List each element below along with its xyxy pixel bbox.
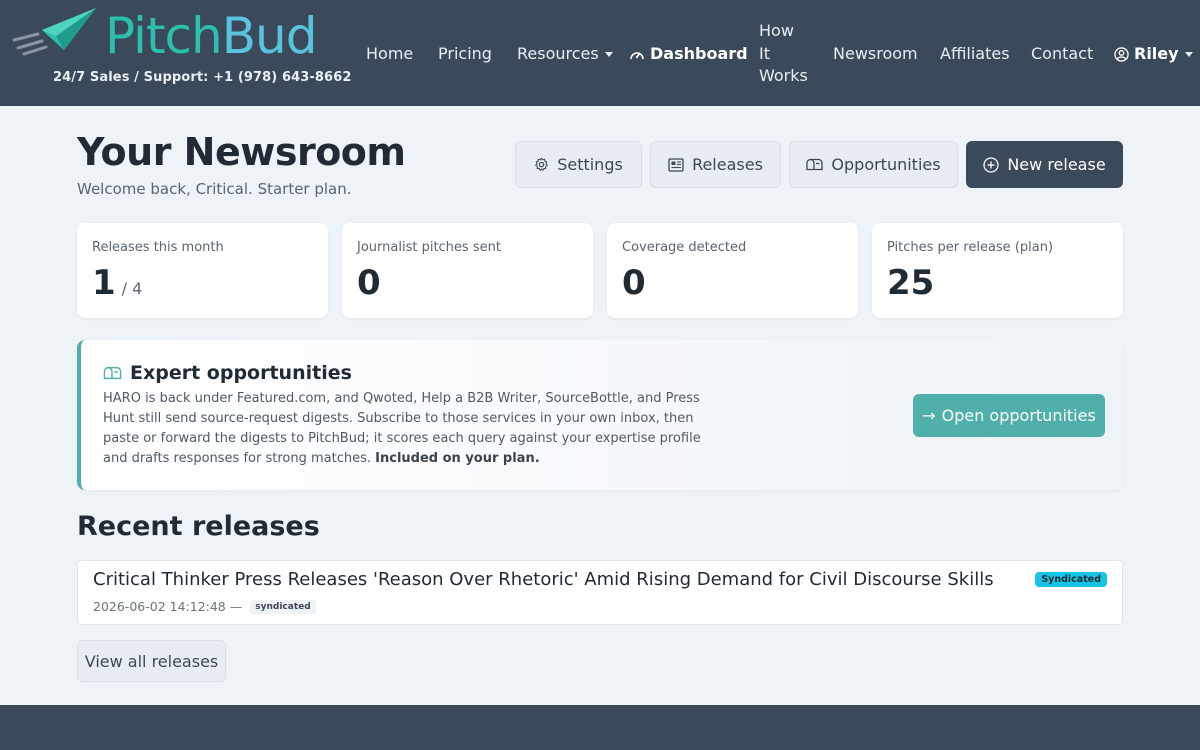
callout-title-text: Expert opportunities: [130, 362, 352, 384]
stat-card-plan-pitches: Pitches per release (plan) 25: [872, 223, 1123, 318]
stat-value: 25: [887, 263, 935, 303]
view-all-releases-button[interactable]: View all releases: [77, 640, 226, 682]
nav-pricing[interactable]: Pricing: [438, 43, 492, 65]
brand-name-part2: Bud: [221, 7, 318, 65]
nav-how-label-2: It: [759, 43, 770, 63]
stat-value-suffix: / 4: [121, 279, 143, 298]
new-release-button[interactable]: New release: [966, 141, 1123, 188]
newspaper-icon: [668, 157, 684, 172]
nav-resources-dropdown[interactable]: Resources: [517, 43, 613, 65]
nav-dashboard-label: Dashboard: [650, 44, 748, 63]
release-separator: —: [229, 599, 243, 614]
release-meta: 2026-06-02 14:12:48 — syndicated: [93, 599, 316, 614]
nav-dashboard[interactable]: Dashboard: [629, 43, 748, 65]
gear-icon: [535, 157, 549, 171]
brand-name: PitchBud: [105, 6, 318, 66]
release-title: Critical Thinker Press Releases 'Reason …: [93, 569, 994, 590]
stat-label: Journalist pitches sent: [357, 240, 501, 255]
support-phone: 24/7 Sales / Support: +1 (978) 643-8662: [53, 70, 352, 85]
release-status-tag: syndicated: [250, 599, 316, 614]
nav-home[interactable]: Home: [366, 43, 413, 65]
stat-value: 0: [622, 263, 646, 303]
caret-down-icon: [1184, 51, 1193, 57]
stat-card-releases: Releases this month 1 / 4: [77, 223, 328, 318]
nav-home-label: Home: [366, 44, 414, 63]
paper-plane-icon: [12, 8, 96, 56]
open-opportunities-label: Open opportunities: [941, 406, 1096, 425]
caret-down-icon: [604, 51, 613, 57]
nav-affiliates[interactable]: Affiliates: [940, 43, 1010, 65]
expert-opportunities-callout: Expert opportunities HARO is back under …: [77, 340, 1123, 490]
release-timestamp: 2026-06-02 14:12:48: [93, 599, 226, 614]
mailbox-icon: [103, 366, 122, 380]
settings-button-label: Settings: [557, 155, 623, 174]
nav-contact-label: Contact: [1031, 44, 1094, 63]
stat-value: 1 / 4: [92, 263, 142, 303]
nav-how-label-3: Works: [759, 66, 808, 85]
brand-name-part1: Pitch: [105, 7, 223, 65]
page-title: Your Newsroom: [77, 130, 406, 174]
mailbox-icon: [806, 158, 824, 171]
recent-releases-title: Recent releases: [77, 511, 320, 542]
plus-circle-icon: [983, 156, 999, 173]
speedometer-icon: [630, 52, 644, 60]
stat-card-coverage: Coverage detected 0: [607, 223, 858, 318]
release-list-item[interactable]: Critical Thinker Press Releases 'Reason …: [77, 560, 1123, 625]
opportunities-button-label: Opportunities: [831, 155, 941, 174]
nav-contact[interactable]: Contact: [1031, 43, 1093, 65]
navbar: PitchBud 24/7 Sales / Support: +1 (978) …: [0, 0, 1200, 106]
page-subtitle: Welcome back, Critical. Starter plan.: [77, 180, 352, 198]
settings-button[interactable]: Settings: [515, 141, 642, 188]
callout-body-emphasis: Included on your plan.: [375, 451, 540, 466]
stat-card-pitches: Journalist pitches sent 0: [342, 223, 593, 318]
view-all-releases-label: View all releases: [84, 651, 219, 671]
nav-affiliates-label: Affiliates: [940, 44, 1010, 63]
syndicated-badge: Syndicated: [1035, 572, 1107, 587]
new-release-button-label: New release: [1007, 155, 1106, 174]
releases-button[interactable]: Releases: [650, 141, 781, 188]
nav-pricing-label: Pricing: [438, 44, 492, 63]
stat-value: 0: [357, 263, 381, 303]
nav-user-label: Riley: [1134, 44, 1179, 63]
stat-value-number: 1: [92, 263, 116, 303]
open-opportunities-button[interactable]: → Open opportunities: [913, 394, 1105, 437]
nav-newsroom-label: Newsroom: [833, 44, 918, 63]
releases-button-label: Releases: [692, 155, 763, 174]
footer: [0, 705, 1200, 750]
stat-label: Pitches per release (plan): [887, 240, 1054, 255]
opportunities-button[interactable]: Opportunities: [789, 141, 958, 188]
user-circle-icon: [1114, 46, 1129, 62]
stat-label: Coverage detected: [622, 240, 747, 255]
nav-user-dropdown[interactable]: Riley: [1114, 43, 1193, 65]
nav-how-it-works[interactable]: How It Works: [759, 20, 808, 88]
stat-label: Releases this month: [92, 240, 224, 255]
nav-how-label-1: How: [759, 21, 794, 40]
callout-title: Expert opportunities: [103, 362, 352, 384]
nav-resources-label: Resources: [517, 44, 599, 63]
arrow-right-icon: →: [922, 406, 936, 425]
nav-newsroom[interactable]: Newsroom: [833, 43, 918, 65]
callout-body: HARO is back under Featured.com, and Qwo…: [103, 389, 713, 469]
brand-logo-link[interactable]: PitchBud: [12, 6, 342, 66]
